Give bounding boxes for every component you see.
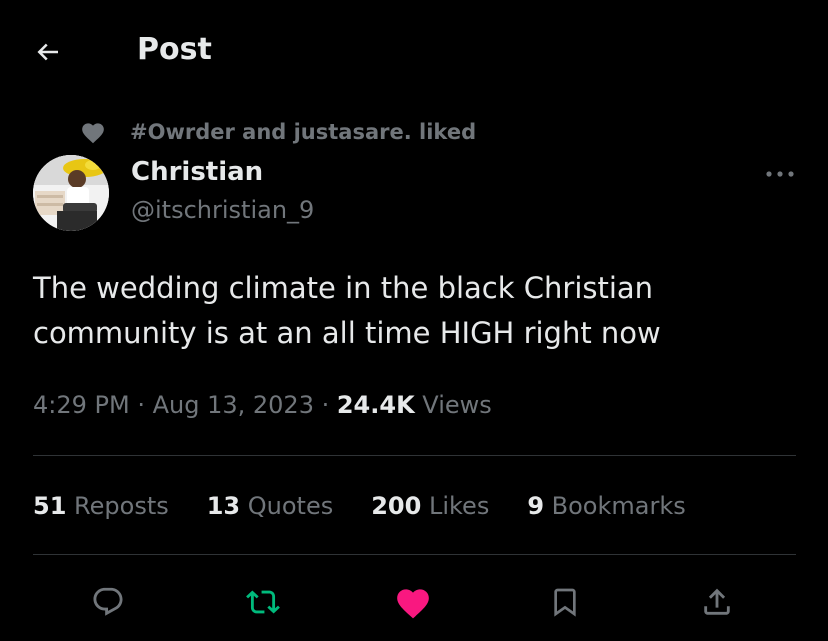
top-bar: Post: [0, 0, 828, 100]
share-icon: [704, 588, 730, 615]
avatar[interactable]: [33, 155, 109, 231]
meta-separator: ·: [313, 391, 337, 419]
views-label: Views: [414, 391, 492, 419]
author-handle[interactable]: @itschristian_9: [131, 192, 314, 228]
author-block: Christian @itschristian_9: [131, 154, 314, 228]
author-name[interactable]: Christian: [131, 154, 314, 190]
engagement-stats: 51 Reposts 13 Quotes 200 Likes 9 Bookmar…: [33, 487, 724, 525]
divider: [33, 554, 796, 555]
tweet-text-line: community is at an all time HIGH right n…: [33, 316, 661, 350]
social-context: #Owrder and justasare. liked: [78, 116, 476, 148]
heart-icon: [78, 117, 108, 147]
meta-separator: ·: [129, 391, 153, 419]
tweet-date[interactable]: Aug 13, 2023: [153, 391, 314, 419]
likes-count: 200: [371, 492, 422, 520]
more-button[interactable]: [758, 160, 802, 188]
likes-label: Likes: [421, 492, 490, 520]
quotes-count: 13: [206, 492, 241, 520]
like-button[interactable]: [386, 575, 440, 629]
likes-stat[interactable]: 200 Likes: [371, 492, 489, 520]
arrow-left-icon: [37, 43, 58, 61]
divider: [33, 455, 796, 456]
repost-button[interactable]: [236, 575, 290, 629]
more-icon: [766, 171, 794, 177]
repost-icon: [246, 590, 280, 614]
action-bar: [0, 575, 828, 629]
reply-icon: [93, 587, 123, 616]
bookmarks-count: 9: [527, 492, 545, 520]
reply-button[interactable]: [81, 575, 135, 629]
reposts-label: Reposts: [66, 492, 169, 520]
heart-filled-icon: [397, 589, 429, 619]
avatar-image: [33, 155, 109, 231]
quotes-stat[interactable]: 13 Quotes: [207, 492, 334, 520]
reposts-count: 51: [33, 492, 67, 520]
tweet-meta: 4:29 PM · Aug 13, 2023 · 24.4K Views: [33, 387, 492, 423]
bookmark-button[interactable]: [538, 575, 592, 629]
tweet-time[interactable]: 4:29 PM: [33, 391, 130, 419]
page-title: Post: [137, 32, 212, 67]
reposts-stat[interactable]: 51 Reposts: [33, 492, 169, 520]
views-count: 24.4K: [336, 391, 415, 419]
quotes-label: Quotes: [240, 492, 334, 520]
share-button[interactable]: [690, 575, 744, 629]
tweet-text-line: The wedding climate in the black Christi…: [33, 271, 654, 305]
bookmark-icon: [554, 588, 576, 617]
back-button[interactable]: [30, 34, 66, 70]
tweet-text: The wedding climate in the black Christi…: [33, 266, 773, 356]
social-context-text[interactable]: #Owrder and justasare. liked: [130, 120, 476, 144]
bookmarks-label: Bookmarks: [544, 492, 686, 520]
bookmarks-stat[interactable]: 9 Bookmarks: [527, 492, 685, 520]
